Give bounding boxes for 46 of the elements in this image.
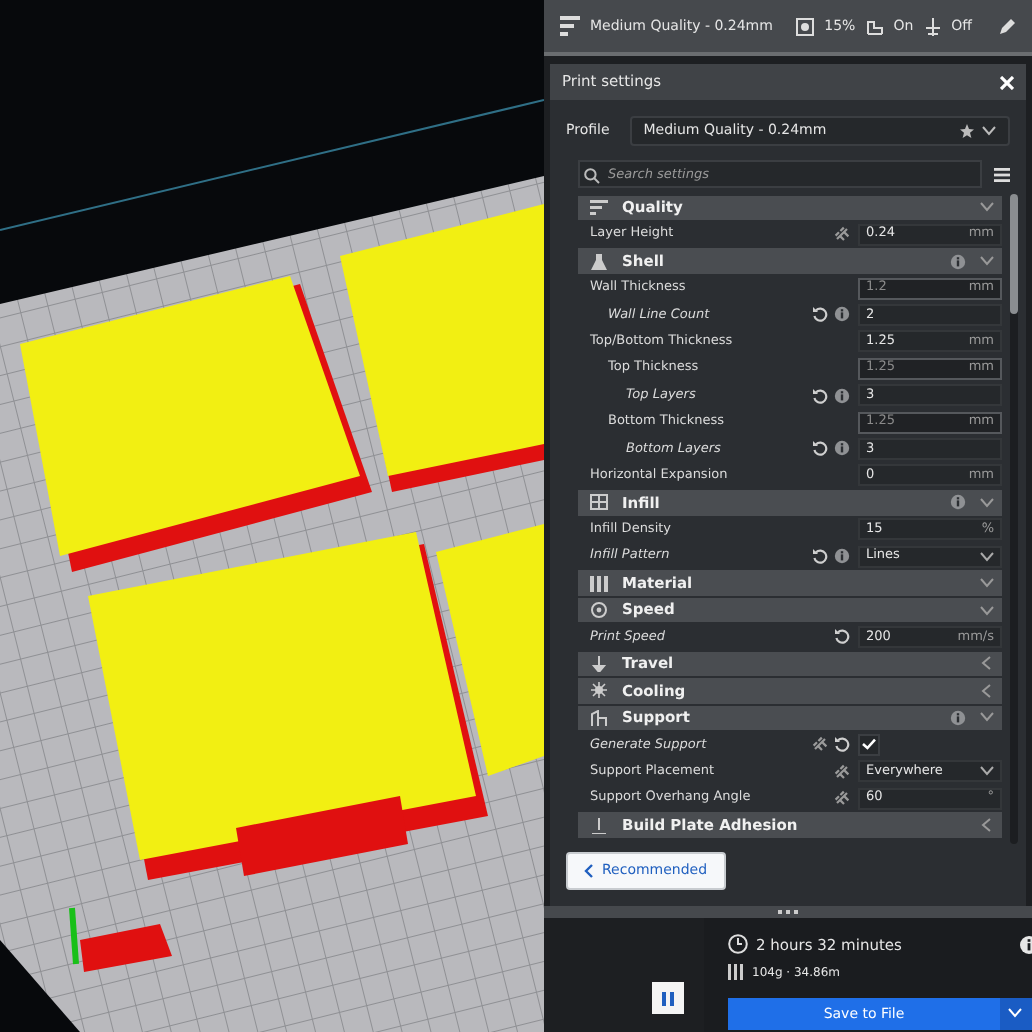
clock-icon bbox=[728, 934, 748, 955]
category-icon bbox=[590, 817, 608, 834]
category-icon bbox=[590, 253, 608, 270]
category-icon bbox=[590, 682, 608, 699]
chevron-icon bbox=[1008, 1008, 1022, 1019]
reset-icon[interactable] bbox=[812, 387, 828, 404]
chevron-down-icon[interactable] bbox=[980, 200, 994, 215]
chevron-icon bbox=[980, 766, 994, 777]
chevron-down-icon[interactable] bbox=[980, 576, 994, 591]
info-icon[interactable] bbox=[1020, 935, 1032, 954]
chevron-down-icon[interactable] bbox=[980, 710, 994, 725]
star-icon[interactable] bbox=[960, 124, 974, 138]
pause-button[interactable] bbox=[652, 982, 684, 1014]
checkbox[interactable] bbox=[858, 733, 880, 756]
pause-icon bbox=[662, 991, 674, 1005]
chevron-icon bbox=[980, 551, 994, 562]
save-options-button[interactable] bbox=[1000, 997, 1032, 1030]
chevron-left-icon[interactable] bbox=[980, 818, 994, 833]
category-icon bbox=[590, 709, 608, 726]
search-icon bbox=[584, 168, 600, 184]
infill-icon bbox=[796, 17, 815, 35]
chevron-down-icon[interactable] bbox=[980, 603, 994, 618]
reset-icon[interactable] bbox=[812, 440, 828, 457]
chevron-left-icon bbox=[584, 863, 594, 878]
profile-icon bbox=[560, 16, 580, 36]
reset-icon[interactable] bbox=[834, 736, 850, 753]
drag-handle-icon[interactable] bbox=[778, 909, 798, 913]
chevron-down-icon[interactable] bbox=[980, 254, 994, 269]
chevron-down-icon[interactable] bbox=[980, 495, 994, 510]
category-icon bbox=[590, 199, 608, 216]
adhesion-icon bbox=[923, 17, 942, 35]
reset-icon[interactable] bbox=[812, 548, 828, 565]
chevron-icon bbox=[982, 126, 996, 136]
reset-icon[interactable] bbox=[812, 306, 828, 323]
edit-icon[interactable] bbox=[998, 17, 1016, 35]
reset-icon[interactable] bbox=[834, 628, 850, 645]
category-icon bbox=[590, 602, 608, 619]
menu-icon[interactable] bbox=[994, 167, 1010, 181]
support-icon bbox=[865, 17, 884, 35]
chevron-left-icon[interactable] bbox=[980, 683, 994, 698]
chevron-left-icon[interactable] bbox=[980, 656, 994, 671]
material-icon bbox=[728, 964, 744, 981]
close-icon[interactable] bbox=[1000, 75, 1014, 89]
category-icon bbox=[590, 575, 608, 592]
category-icon bbox=[590, 655, 608, 672]
category-icon bbox=[590, 494, 608, 511]
